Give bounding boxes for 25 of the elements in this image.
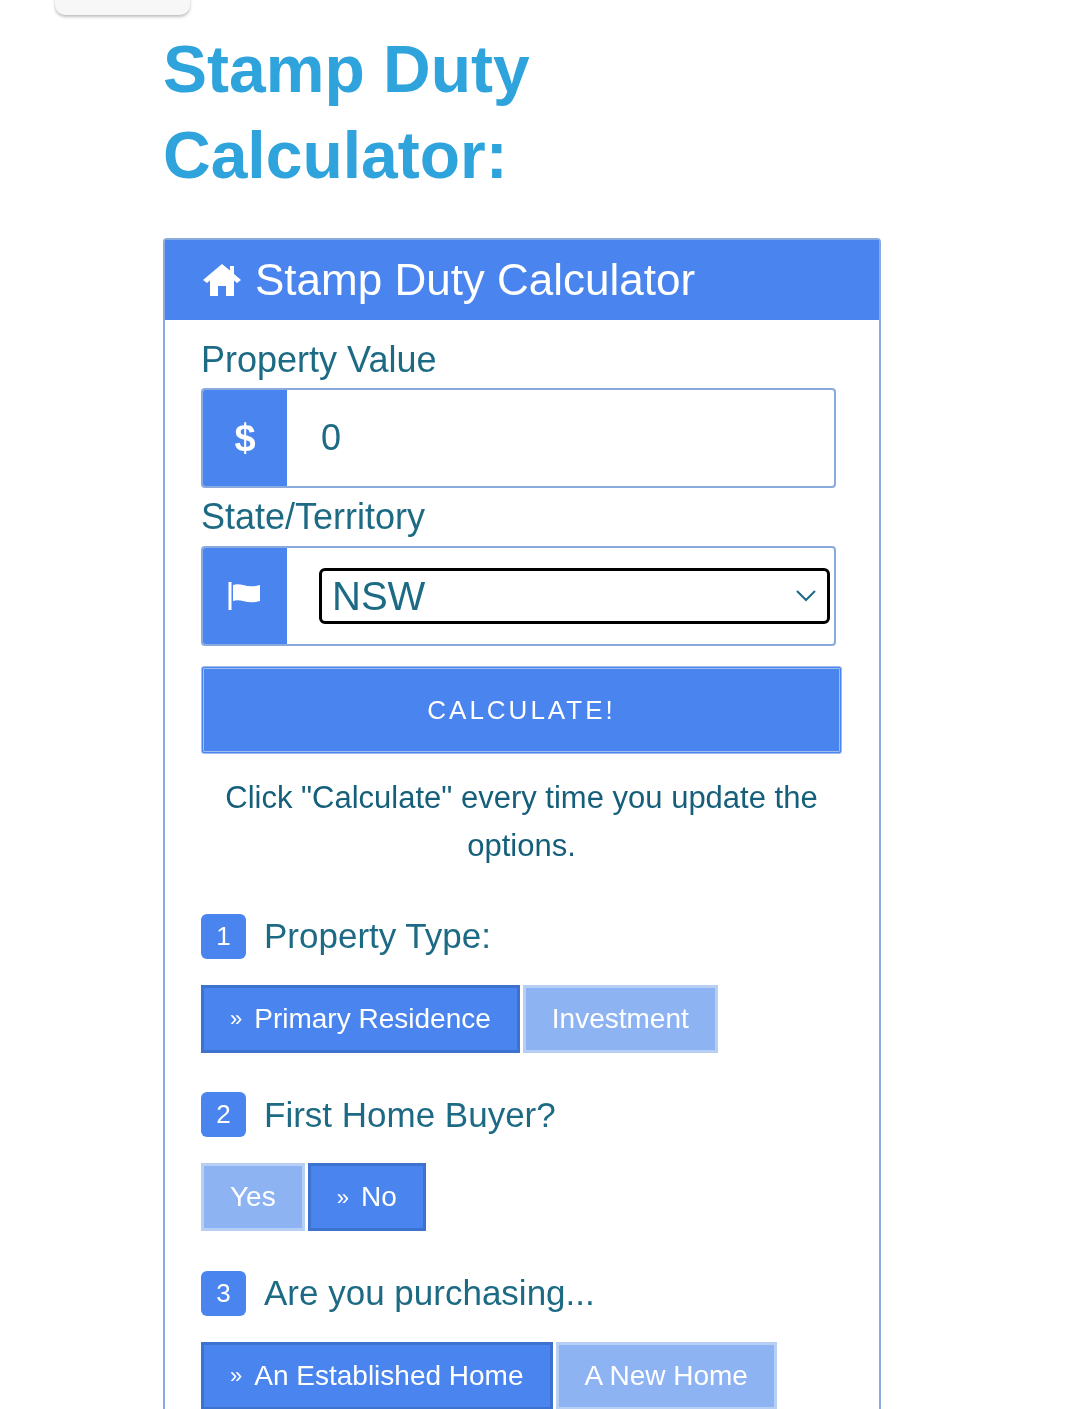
state-select[interactable]: NSW [319,568,830,624]
option-button[interactable]: Yes [201,1163,305,1231]
option-button[interactable]: » No [307,1163,426,1231]
page-title: Stamp Duty Calculator: [163,31,531,194]
question-label: First Home Buyer? [264,1093,556,1136]
question-label: Property Type: [264,915,491,957]
step-number: 1 [201,913,246,959]
chevron-down-icon [795,589,817,603]
property-value-field[interactable]: $ 0 [201,388,836,488]
flag-icon [227,580,263,612]
card-title: Stamp Duty Calculator [255,254,696,306]
field-value: 0 [320,416,342,460]
calculate-button[interactable]: CALCULATE! [201,666,842,754]
option-button[interactable]: » An Established Home [201,1341,553,1409]
option-button[interactable]: A New Home [555,1341,777,1409]
step-number: 2 [201,1092,246,1138]
step-number: 3 [201,1270,246,1316]
field-label: Property Value [201,338,438,382]
option-button[interactable]: Investment [522,984,718,1053]
dollar-prefix: $ [203,390,287,486]
hint-text: Click "Calculate" every time you update the options. [224,779,819,865]
option-button[interactable]: » Primary Residence [201,984,520,1053]
home-icon [201,262,243,298]
question-label: Are you purchasing... [264,1272,595,1314]
field-label: State/Territory [201,495,427,539]
